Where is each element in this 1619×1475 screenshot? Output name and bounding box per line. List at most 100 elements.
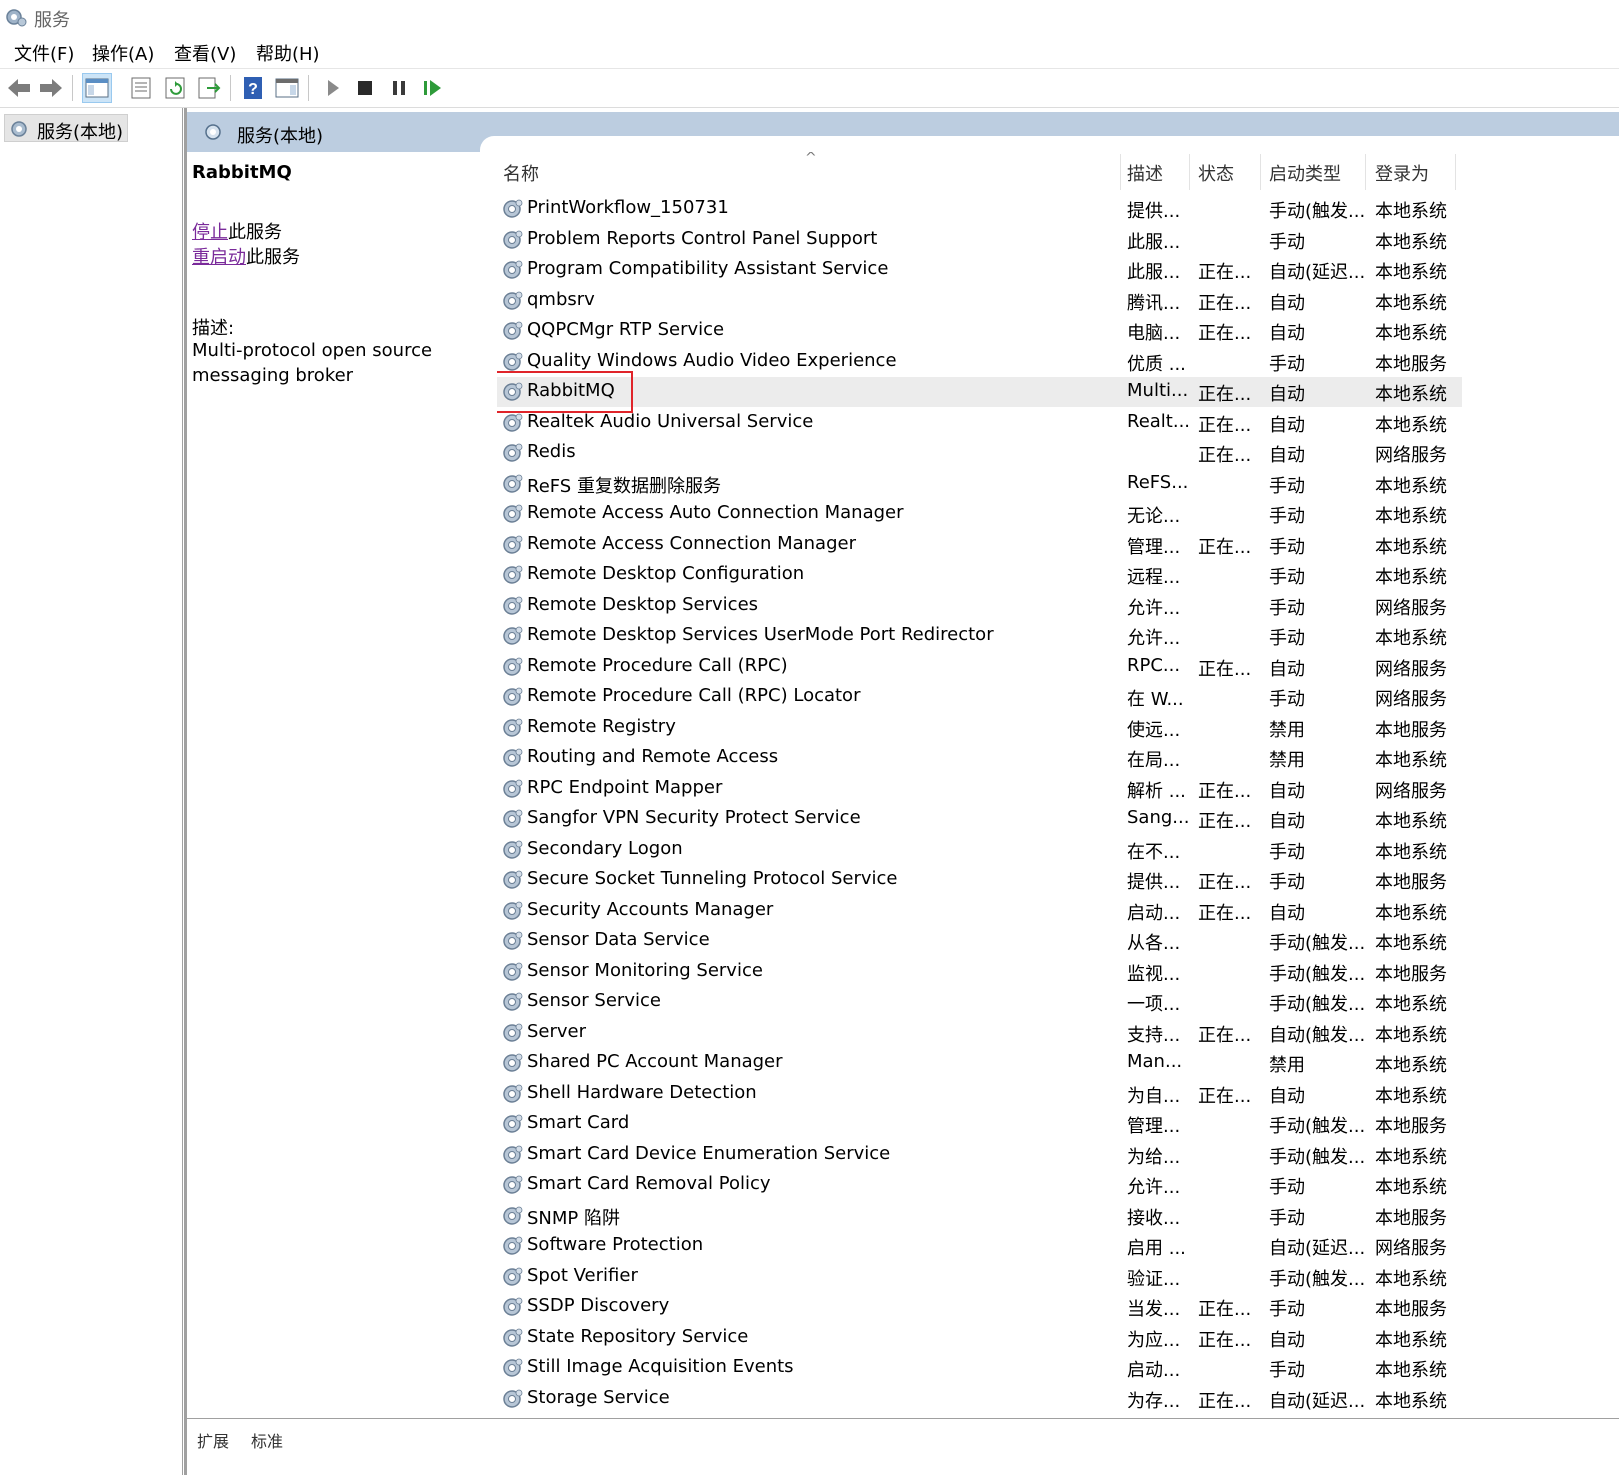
stop-icon[interactable] [350,73,380,103]
service-gear-icon [501,1204,525,1228]
start-icon[interactable] [318,73,348,103]
service-log-on-as: 本地系统 [1375,475,1447,497]
service-description: 为存... [1127,1390,1181,1412]
service-row[interactable]: PrintWorkflow_150731 提供... 手动(触发... 本地系统 [497,194,1462,224]
service-row[interactable]: Remote Desktop Services 允许... 手动 网络服务 [497,591,1462,621]
service-status: 正在... [1198,445,1252,466]
service-gear-icon [501,1356,525,1380]
service-name: SNMP 陷阱 [527,1207,620,1229]
service-gear-icon [501,807,525,831]
service-row[interactable]: Smart Card 管理... 手动(触发... 本地服务 [497,1109,1462,1139]
service-row[interactable]: Redis 正在... 自动 网络服务 [497,438,1462,468]
service-row[interactable]: Sangfor VPN Security Protect Service Sang… [497,804,1462,834]
service-description: 使远... [1127,719,1181,741]
service-startup-type: 自动 [1269,445,1305,466]
service-log-on-as: 网络服务 [1375,597,1447,619]
service-startup-type: 手动 [1269,536,1305,558]
service-row[interactable]: Secure Socket Tunneling Protocol Service… [497,865,1462,895]
service-row[interactable]: Remote Procedure Call (RPC) Locator 在 W..… [497,682,1462,712]
help-icon[interactable]: ? [238,73,268,103]
menu-view[interactable]: 查看(V) [174,40,236,66]
service-row[interactable]: Remote Procedure Call (RPC) RPC... 正在... 自动… [497,652,1462,682]
service-row[interactable]: Remote Access Connection Manager 管理... 正在.… [497,530,1462,560]
service-row[interactable]: Remote Access Auto Connection Manager 无论.… [497,499,1462,529]
restart-service-link[interactable]: 重启动 [192,247,246,268]
tab-extended[interactable]: 扩展 [197,1428,229,1452]
service-log-on-as: 网络服务 [1375,445,1447,466]
service-log-on-as: 本地系统 [1375,536,1447,558]
service-log-on-as: 本地系统 [1375,1177,1447,1198]
stop-service-link[interactable]: 停止 [192,222,228,243]
tab-standard[interactable]: 标准 [251,1428,283,1452]
service-row[interactable]: State Repository Service 为应... 正在... 自动 本地系统 [497,1323,1462,1353]
column-header-description[interactable]: 描述 [1127,160,1163,186]
service-name: Sensor Data Service [527,929,710,950]
description-label: 描述: [192,318,235,339]
service-row[interactable]: QQPCMgr RTP Service 电脑... 正在... 自动 本地系统 [497,316,1462,346]
service-row[interactable]: Sensor Service 一项... 手动(触发... 本地系统 [497,987,1462,1017]
service-row[interactable]: Server 支持... 正在... 自动(触发... 本地系统 [497,1018,1462,1048]
service-row[interactable]: Sensor Monitoring Service 监视... 手动(触发... 本地… [497,957,1462,987]
service-row[interactable]: Program Compatibility Assistant Service 此… [497,255,1462,285]
service-row[interactable]: Remote Desktop Services UserMode Port Re… [497,621,1462,651]
title-bar: 服务 [0,0,1619,34]
action-pane-icon[interactable] [272,73,302,103]
service-row[interactable]: Secondary Logon 在不... 手动 本地系统 [497,835,1462,865]
column-header-name[interactable]: 名称 [503,160,539,186]
service-startup-type: 手动 [1269,597,1305,619]
service-row[interactable]: qmbsrv 腾讯... 正在... 自动 本地系统 [497,286,1462,316]
service-row[interactable]: Smart Card Device Enumeration Service 为给.… [497,1140,1462,1170]
export-list-icon[interactable] [194,73,224,103]
column-header-startup-type[interactable]: 启动类型 [1269,160,1341,186]
service-gear-icon [501,990,525,1014]
refresh-icon[interactable] [160,73,190,103]
service-row[interactable]: Problem Reports Control Panel Support 此服.… [497,225,1462,255]
menu-help[interactable]: 帮助(H) [256,40,320,66]
service-name: Storage Service [527,1386,670,1408]
service-startup-type: 手动 [1269,689,1305,710]
service-log-on-as: 网络服务 [1375,658,1447,680]
service-row[interactable]: Security Accounts Manager 启动... 正在... 自动 本地系… [497,896,1462,926]
service-row[interactable]: SSDP Discovery 当发... 正在... 手动 本地服务 [497,1292,1462,1322]
service-row[interactable]: SNMP 陷阱 接收... 手动 本地服务 [497,1201,1462,1231]
services-list: 名称 ^ 描述 状态 启动类型 登录为 PrintWorkflow_150731… [497,152,1619,1417]
menu-action[interactable]: 操作(A) [92,40,154,66]
service-row[interactable]: RabbitMQ Multi... 正在... 自动 本地系统 [497,371,1462,413]
service-log-on-as: 本地系统 [1375,292,1447,314]
service-gear-icon [501,1234,525,1258]
service-row[interactable]: RPC Endpoint Mapper 解析 ... 正在... 自动 网络服务 [497,774,1462,804]
service-gear-icon [501,1021,525,1045]
service-row[interactable]: Still Image Acquisition Events 启动... 手动 本地系… [497,1353,1462,1383]
service-startup-type: 自动 [1269,414,1305,436]
service-row[interactable]: Shared PC Account Manager Man... 禁用 本地系统 [497,1048,1462,1078]
service-row[interactable]: Routing and Remote Access 在局... 禁用 本地系统 [497,743,1462,773]
tree-node-services-local[interactable]: 服务(本地) [4,114,128,143]
service-row[interactable]: ReFS 重复数据删除服务 ReFS... 手动 本地系统 [497,469,1462,499]
service-gear-icon [501,624,525,648]
service-row[interactable]: Shell Hardware Detection 为自... 正在... 自动 本地系统 [497,1079,1462,1109]
view-tabs: 扩展 标准 [187,1428,1619,1475]
service-row[interactable]: Software Protection 启用 ... 自动(延迟... 网络服务 [497,1231,1462,1261]
svg-text:?: ? [248,81,258,98]
service-row[interactable]: Storage Service 为存... 正在... 自动(延迟... 本地系统 [497,1384,1462,1414]
pause-icon[interactable] [384,73,414,103]
service-row[interactable]: Spot Verifier 验证... 手动(触发... 本地系统 [497,1262,1462,1292]
menu-file[interactable]: 文件(F) [14,40,74,66]
service-name: Smart Card [527,1112,630,1133]
show-console-tree-icon[interactable] [82,73,112,103]
restart-icon[interactable] [418,73,448,103]
service-log-on-as: 本地服务 [1375,872,1447,893]
service-description: 优质 ... [1127,353,1186,375]
service-row[interactable]: Quality Windows Audio Video Experience 优质… [497,347,1462,377]
column-header-status[interactable]: 状态 [1198,160,1234,186]
service-row[interactable]: Remote Desktop Configuration 远程... 手动 本地系统 [497,560,1462,590]
service-row[interactable]: Smart Card Removal Policy 允许... 手动 本地系统 [497,1170,1462,1200]
service-row[interactable]: Realtek Audio Universal Service Realt... 正… [497,408,1462,438]
forward-icon[interactable] [36,73,66,103]
service-row[interactable]: Sensor Data Service 从各... 手动(触发... 本地系统 [497,926,1462,956]
properties-icon[interactable] [126,73,156,103]
back-icon[interactable] [4,73,34,103]
service-description: Realt... [1127,410,1191,432]
column-header-log-on-as[interactable]: 登录为 [1375,160,1429,186]
service-row[interactable]: Remote Registry 使远... 禁用 本地服务 [497,713,1462,743]
